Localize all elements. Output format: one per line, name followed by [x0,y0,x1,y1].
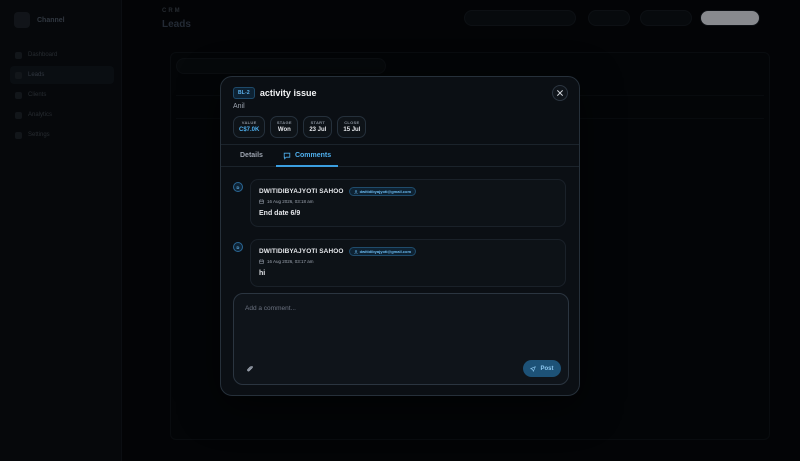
chip-value: C$7.0K [239,127,260,133]
attach-button[interactable] [245,364,255,374]
tab-label: Details [240,152,263,159]
chip-value: 23 Jul [309,127,327,133]
chip-label: START [310,120,326,125]
paperclip-icon [247,365,253,372]
lead-contact-name: Anil [233,103,245,110]
comment-item: D DWITIDIBYAJYOTI SAHOO dwitidibyajyoti@… [233,239,569,288]
close-button[interactable] [552,85,568,101]
comment-header: DWITIDIBYAJYOTI SAHOO dwitidibyajyoti@gm… [259,187,557,196]
user-icon [353,249,358,254]
comment-author: DWITIDIBYAJYOTI SAHOO [259,248,344,255]
lead-title: activity issue [259,88,317,98]
app-root: Channel Dashboard Leads Clients Analytic… [0,0,800,461]
comment-time: 16 Aug 2026, 03:18 am [267,199,314,204]
comment-input[interactable] [245,305,555,312]
author-email: dwitidibyajyoti@gmail.com [359,249,412,254]
avatar: D [233,242,243,252]
modal-header: BL-2 activity issue Anil VALUE C$7.0K ST… [221,77,579,144]
author-email-badge: dwitidibyajyoti@gmail.com [348,187,417,196]
comment-timestamp: 16 Aug 2026, 03:18 am [259,199,557,204]
comment-time: 16 Aug 2026, 03:17 am [267,259,314,264]
chip-label: CLOSE [344,120,360,125]
user-icon [353,189,358,194]
post-button[interactable]: Post [523,360,561,377]
chip-value: 15 Jul [343,127,361,133]
post-button-label: Post [540,365,554,372]
start-chip: START 23 Jul [303,116,333,138]
value-chip: VALUE C$7.0K [233,116,266,138]
tab-label: Comments [294,152,332,159]
lead-detail-modal: BL-2 activity issue Anil VALUE C$7.0K ST… [220,76,580,396]
comment-header: DWITIDIBYAJYOTI SAHOO dwitidibyajyoti@gm… [259,247,557,256]
tab-comments[interactable]: Comments [275,145,339,167]
comment-author: DWITIDIBYAJYOTI SAHOO [259,188,344,195]
send-icon [530,365,537,372]
comment-item: D DWITIDIBYAJYOTI SAHOO dwitidibyajyoti@… [233,179,569,228]
close-icon [557,90,563,96]
calendar-icon [259,259,264,264]
comment-card: DWITIDIBYAJYOTI SAHOO dwitidibyajyoti@gm… [250,239,566,287]
author-email-badge: dwitidibyajyoti@gmail.com [348,247,417,256]
comment-text: End date 6/9 [259,210,301,217]
modal-title-row: BL-2 activity issue [233,87,567,99]
comment-text: hi [259,270,266,277]
comments-list: D DWITIDIBYAJYOTI SAHOO dwitidibyajyoti@… [221,167,579,294]
lead-stat-chips: VALUE C$7.0K STAGE Won START 23 Jul CLOS… [233,116,567,138]
tab-details[interactable]: Details [233,145,270,167]
author-email: dwitidibyajyoti@gmail.com [359,189,412,194]
lead-id-badge: BL-2 [233,87,255,99]
modal-tabs: Details Comments [221,144,579,167]
comment-composer: Post [233,293,569,385]
avatar: D [233,182,243,192]
comment-timestamp: 16 Aug 2026, 03:17 am [259,259,557,264]
calendar-icon [259,199,264,204]
chip-value: Won [277,127,291,133]
comment-icon [283,152,291,160]
stage-chip: STAGE Won [270,116,299,138]
close-chip: CLOSE 15 Jul [337,116,367,138]
chip-label: STAGE [276,120,292,125]
chip-label: VALUE [241,120,257,125]
comment-card: DWITIDIBYAJYOTI SAHOO dwitidibyajyoti@gm… [250,179,566,227]
